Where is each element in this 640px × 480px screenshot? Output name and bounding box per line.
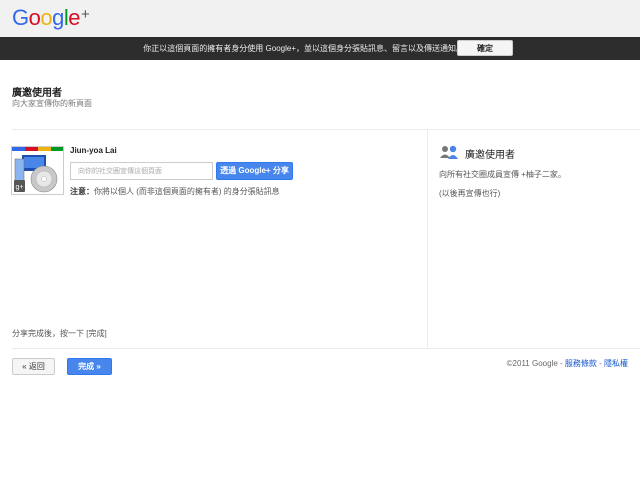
page-name: Jiun-yoa Lai — [70, 146, 117, 155]
sidebar-title: 廣邀使用者 — [465, 150, 515, 161]
logo-plus: + — [81, 6, 90, 23]
after-share-hint: 分享完成後，按一下 [完成] — [12, 329, 107, 338]
footer-copyright: ©2011 Google — [506, 359, 558, 368]
google-plus-logo[interactable]: Google+ — [12, 5, 90, 34]
share-message-input[interactable] — [70, 162, 213, 180]
sidebar-description: 向所有社交圈成員宣傳 +柚子二家。 — [439, 170, 566, 179]
share-note: 注意：你將以個人 (而非這個頁面的擁有者) 的身分張貼訊息 — [70, 186, 280, 197]
identity-notice-text: 你正以這個頁面的擁有者身分使用 Google+，並以這個身分張貼訊息、留言以及傳… — [143, 44, 464, 53]
done-button[interactable]: 完成 » — [67, 358, 112, 375]
sidebar-later-note: (以後再宣傳也行) — [439, 189, 501, 198]
notice-ok-button[interactable]: 確定 — [457, 40, 513, 56]
page-avatar-thumbnail: g+ — [11, 146, 64, 195]
divider-top — [12, 129, 640, 130]
top-bar: Google+ — [0, 0, 640, 38]
page-subtitle: 向大家宣傳你的新頁面 — [12, 99, 92, 108]
divider-vertical — [427, 130, 428, 348]
note-label: 注意： — [70, 187, 94, 196]
terms-link[interactable]: 服務條款 — [565, 359, 597, 368]
footer: ©2011 Google - 服務條款 - 隱私權 — [507, 358, 628, 369]
note-text: 你將以個人 (而非這個頁面的擁有者) 的身分張貼訊息 — [94, 187, 280, 196]
divider-bottom — [12, 348, 640, 349]
footer-separator: - — [596, 359, 604, 368]
svg-text:g+: g+ — [16, 184, 24, 191]
page-title: 廣邀使用者 — [12, 88, 62, 99]
invite-people-icon — [440, 145, 458, 159]
identity-notice-bar: 你正以這個頁面的擁有者身分使用 Google+，並以這個身分張貼訊息、留言以及傳… — [0, 37, 640, 60]
footer-separator: - — [557, 359, 565, 368]
share-via-google-plus-button[interactable]: 透過 Google+ 分享 — [216, 162, 293, 180]
page-avatar-icon: g+ — [12, 147, 63, 193]
back-button[interactable]: « 返回 — [12, 358, 55, 375]
privacy-link[interactable]: 隱私權 — [604, 359, 628, 368]
